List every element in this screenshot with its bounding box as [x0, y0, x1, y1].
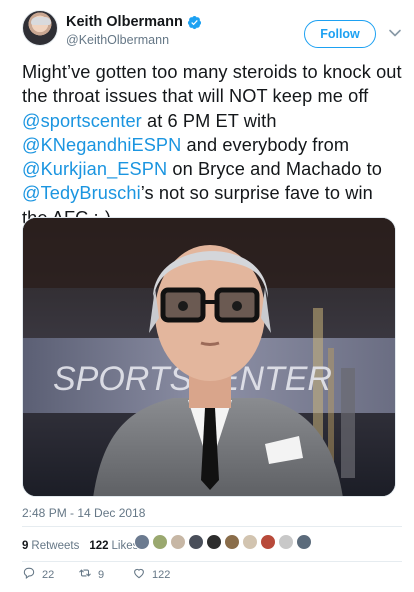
handle[interactable]: @KeithOlbermann [66, 33, 169, 47]
avatar[interactable] [22, 10, 58, 46]
tweet-header: Keith Olbermann @KeithOlbermann Follow [0, 0, 414, 62]
liker-avatar[interactable] [278, 534, 294, 550]
tweet-text-segment: at 6 PM ET with [141, 110, 277, 131]
likes-stat[interactable]: 122 Likes [89, 540, 138, 552]
author-name-row[interactable]: Keith Olbermann [66, 14, 202, 30]
tweet-text: Might’ve gotten too many steroids to kno… [22, 60, 402, 230]
reply-button[interactable]: 22 [22, 566, 54, 583]
timestamp[interactable]: 2:48 PM - 14 Dec 2018 [22, 506, 145, 520]
mention-link[interactable]: @KNegandhiESPN [22, 135, 181, 155]
likes-count: 122 [89, 540, 109, 552]
tweet-photo[interactable]: SPORTSCENTER [22, 217, 396, 497]
verified-badge-icon [187, 15, 202, 30]
heart-icon [132, 566, 146, 583]
mention-link[interactable]: @TedyBruschi [22, 183, 141, 203]
like-button[interactable]: 122 [132, 566, 170, 583]
follow-button[interactable]: Follow [304, 20, 376, 48]
retweet-button[interactable]: 9 [78, 566, 104, 583]
like-count: 122 [152, 568, 171, 581]
liker-avatar[interactable] [188, 534, 204, 550]
liker-avatar[interactable] [206, 534, 222, 550]
display-name[interactable]: Keith Olbermann [66, 14, 183, 30]
divider [22, 561, 402, 562]
liker-avatar[interactable] [134, 534, 150, 550]
liker-avatar[interactable] [170, 534, 186, 550]
retweet-count: 9 [98, 568, 105, 581]
mention-link[interactable]: @Kurkjian_ESPN [22, 159, 167, 179]
tweet-text-segment: on Bryce and Machado to [167, 159, 382, 180]
liker-avatar[interactable] [296, 534, 312, 550]
liker-avatar[interactable] [224, 534, 240, 550]
retweets-label: Retweets [31, 540, 80, 552]
mention-link[interactable]: @sportscenter [22, 111, 142, 131]
divider [22, 526, 402, 527]
photo-illustration: SPORTSCENTER [23, 218, 395, 496]
liker-avatar[interactable] [260, 534, 276, 550]
retweets-stat[interactable]: 9 Retweets [22, 540, 79, 552]
reply-icon [22, 566, 36, 583]
liker-avatars[interactable] [134, 534, 314, 550]
reply-count: 22 [42, 568, 55, 581]
liker-avatar[interactable] [242, 534, 258, 550]
tweet-text-segment: Might’ve gotten too many steroids to kno… [22, 62, 402, 107]
tweet-text-segment: and everybody from [181, 134, 350, 155]
retweets-count: 9 [22, 540, 29, 552]
tweet-actions: 22 9 122 [22, 566, 402, 586]
liker-avatar[interactable] [152, 534, 168, 550]
chevron-down-icon[interactable] [388, 26, 402, 40]
retweet-icon [78, 566, 92, 583]
engagement-stats: 9 Retweets 122 Likes [22, 536, 148, 556]
